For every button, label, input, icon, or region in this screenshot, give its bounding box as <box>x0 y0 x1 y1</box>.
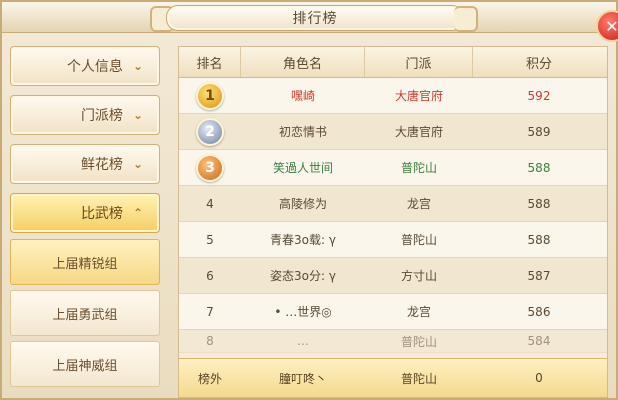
table-row[interactable]: 6 姿态3o分: γ 方寸山 587 <box>179 258 607 294</box>
title-plaque: 排行榜 <box>166 5 464 31</box>
own-name: 朣叮咚丶 <box>278 371 327 386</box>
menu-label: 个人信息 <box>66 59 123 75</box>
rank-cell: 7 <box>206 304 214 319</box>
header-name: 角色名 <box>241 47 365 77</box>
rank-cell: 1 <box>179 78 241 113</box>
chevron-up-icon: ⌃ <box>132 206 143 220</box>
school-cell: 普陀山 <box>400 334 437 349</box>
school-cell: 大唐官府 <box>394 89 443 103</box>
score-cell: 588 <box>527 160 551 175</box>
table-row[interactable]: 1 嘿崎 大唐官府 592 <box>179 78 607 114</box>
gold-medal-icon: 1 <box>196 81 224 110</box>
rank-cell: 6 <box>206 268 214 283</box>
submenu-label: 上届勇武组 <box>52 307 118 323</box>
window-title: 排行榜 <box>292 11 338 27</box>
table-row[interactable]: 4 高陵修为 龙宫 588 <box>179 186 607 222</box>
own-rank-row: 榜外 朣叮咚丶 普陀山 0 <box>179 358 607 397</box>
school-cell: 普陀山 <box>400 233 437 247</box>
ranking-window: 排行榜 ✕ 个人信息 ⌄ 门派榜 ⌄ 鲜花榜 ⌄ 比武榜 ⌃ 上届精锐组 上届勇… <box>0 0 618 400</box>
submenu-divine-group[interactable]: 上届神威组 <box>10 341 160 387</box>
score-cell: 584 <box>527 334 551 348</box>
menu-label: 比武榜 <box>80 206 123 222</box>
chevron-down-icon: ⌄ <box>132 59 143 73</box>
name-cell: 嘿崎 <box>290 89 315 103</box>
rank-cell: 4 <box>206 196 214 211</box>
name-cell: • …世界◎ <box>274 305 332 319</box>
bronze-medal-icon: 3 <box>196 153 224 182</box>
own-rank: 榜外 <box>197 371 222 386</box>
name-cell: 高陵修为 <box>278 197 327 211</box>
name-cell: … <box>297 334 309 348</box>
submenu-label: 上届神威组 <box>52 358 118 374</box>
name-cell: 初恋情书 <box>278 125 327 139</box>
school-cell: 方寸山 <box>400 269 437 283</box>
sidebar: 个人信息 ⌄ 门派榜 ⌄ 鲜花榜 ⌄ 比武榜 ⌃ 上届精锐组 上届勇武组 上届神… <box>10 46 164 392</box>
submenu-brave-group[interactable]: 上届勇武组 <box>10 290 160 336</box>
name-cell: 姿态3o分: γ <box>270 269 336 283</box>
silver-medal-icon: 2 <box>196 117 224 146</box>
chevron-down-icon: ⌄ <box>132 108 143 122</box>
rank-cell: 2 <box>179 114 241 149</box>
score-cell: 586 <box>527 304 551 319</box>
score-cell: 589 <box>527 124 551 139</box>
ranking-table: 排名 角色名 门派 积分 1 嘿崎 大唐官府 592 2 初恋情书 大唐官府 5… <box>178 46 608 398</box>
rank-cell: 8 <box>206 334 214 348</box>
table-row[interactable]: 7 • …世界◎ 龙宫 586 <box>179 294 607 330</box>
menu-pvp-ranking[interactable]: 比武榜 ⌃ <box>10 193 160 233</box>
chevron-down-icon: ⌄ <box>132 157 143 171</box>
header-score: 积分 <box>525 56 552 72</box>
pvp-submenu: 上届精锐组 上届勇武组 上届神威组 <box>10 239 164 387</box>
table-row[interactable]: 5 青春3o载: γ 普陀山 588 <box>179 222 607 258</box>
menu-school-ranking[interactable]: 门派榜 ⌄ <box>10 95 160 135</box>
close-icon: ✕ <box>605 16 618 36</box>
rank-cell: 5 <box>206 232 214 247</box>
title-bar: 排行榜 <box>2 2 616 33</box>
close-button[interactable]: ✕ <box>596 10 618 42</box>
submenu-elite-group[interactable]: 上届精锐组 <box>10 239 160 285</box>
score-cell: 588 <box>527 232 551 247</box>
table-row[interactable]: 8 … 普陀山 584 <box>179 330 607 353</box>
name-cell: 青春3o载: γ <box>270 233 336 247</box>
score-cell: 592 <box>527 88 551 103</box>
table-row[interactable]: 3 笑過人世间 普陀山 588 <box>179 150 607 186</box>
table-header: 排名 角色名 门派 积分 <box>179 47 607 78</box>
header-school: 门派 <box>365 47 473 77</box>
header-rank: 排名 <box>179 47 241 77</box>
menu-label: 门派榜 <box>80 108 123 124</box>
table-row[interactable]: 2 初恋情书 大唐官府 589 <box>179 114 607 150</box>
school-cell: 龙宫 <box>406 305 431 319</box>
submenu-label: 上届精锐组 <box>52 256 118 272</box>
menu-personal-info[interactable]: 个人信息 ⌄ <box>10 46 160 86</box>
score-cell: 587 <box>527 268 551 283</box>
table-body: 1 嘿崎 大唐官府 592 2 初恋情书 大唐官府 589 3 笑過人世间 普陀… <box>179 78 607 353</box>
name-cell: 笑過人世间 <box>272 161 333 175</box>
rank-cell: 3 <box>179 150 241 185</box>
menu-label: 鲜花榜 <box>80 157 123 173</box>
own-score: 0 <box>535 371 543 385</box>
menu-flower-ranking[interactable]: 鲜花榜 ⌄ <box>10 144 160 184</box>
school-cell: 大唐官府 <box>394 125 443 139</box>
school-cell: 龙宫 <box>406 197 431 211</box>
school-cell: 普陀山 <box>400 161 437 175</box>
score-cell: 588 <box>527 196 551 211</box>
own-school: 普陀山 <box>400 371 437 386</box>
title-ornament-right <box>454 6 478 32</box>
